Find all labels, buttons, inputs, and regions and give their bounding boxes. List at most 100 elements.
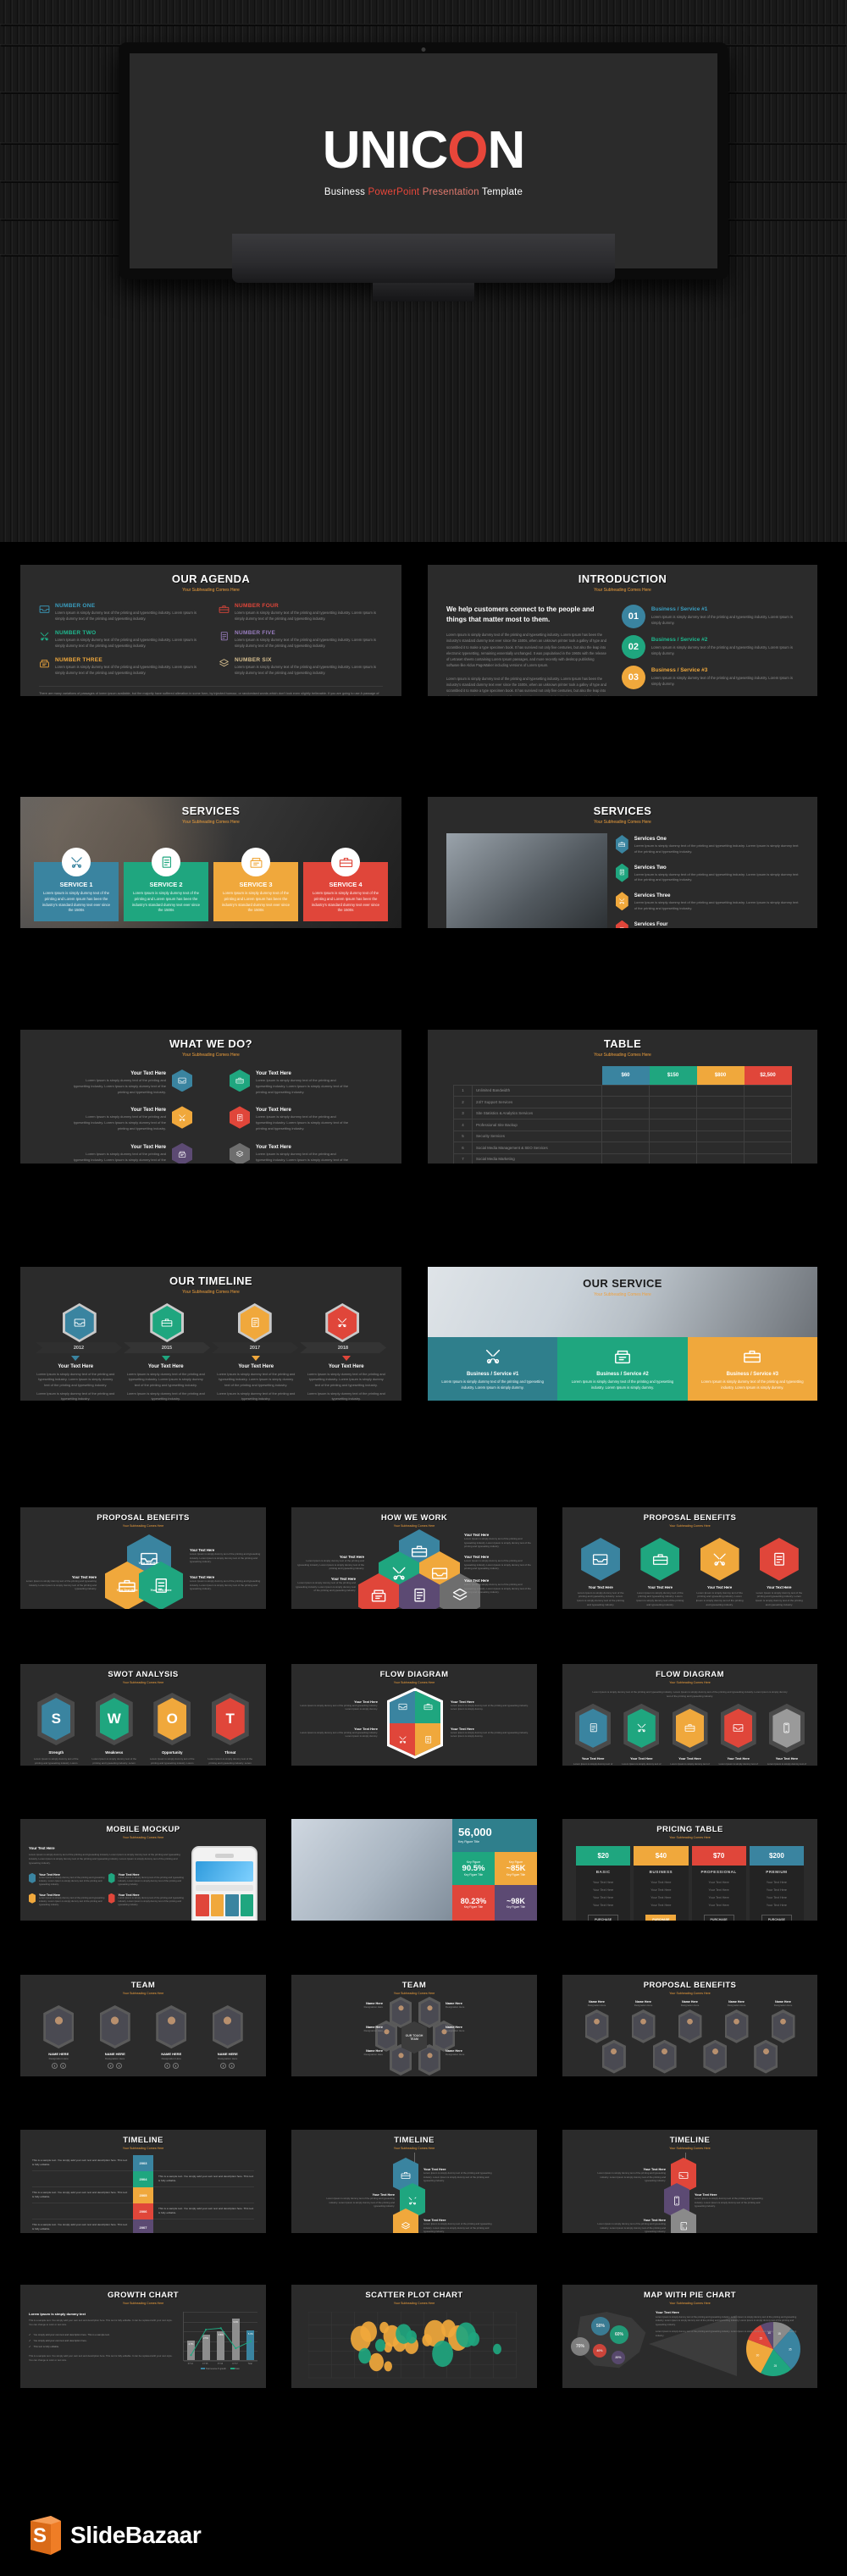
slide-swot-analysis[interactable]: SWOT ANALYSIS Your Subheading Comes Here S… bbox=[20, 1664, 266, 1766]
pricing-plan[interactable]: $200 PREMIUM Your Text Here Your Text Here Y… bbox=[749, 1846, 804, 1921]
key-figure-tile[interactable]: Key Figure 90.5% Key Figure Title bbox=[452, 1852, 495, 1885]
key-figure-tile[interactable]: 56,000 Key Figure Title bbox=[452, 1819, 537, 1852]
team-member[interactable] bbox=[761, 2009, 805, 2043]
flow-label-right[interactable]: Your Text Here Lorem Ipsum is simply dumm… bbox=[451, 1727, 532, 1739]
twitter-icon[interactable]: t bbox=[172, 2063, 179, 2070]
map-bubble[interactable]: 50% bbox=[591, 2317, 610, 2336]
our-service-card[interactable]: Business / Service #2 Lorem Ipsum is simp… bbox=[557, 1337, 688, 1401]
slide-flow-diagram-1[interactable]: FLOW DIAGRAM Your Subheading Comes Here Yo… bbox=[291, 1664, 537, 1766]
flow-hex-item[interactable]: Your Text Here Lorem Ipsum is simply dumm… bbox=[715, 1703, 762, 1766]
team-member[interactable]: Name HereDesignation Here bbox=[621, 2000, 666, 2043]
map-bubble[interactable]: 70% bbox=[571, 2337, 590, 2356]
how-we-work-text[interactable]: Your Text Here Lorem Ipsum is simply dumm… bbox=[295, 1555, 364, 1571]
slide-timeline-list[interactable]: TIMELINE Your Subheading Comes Here This i… bbox=[20, 2130, 266, 2233]
benefit-text-left[interactable]: Your Text Here Lorem Ipsum is simply dumm… bbox=[24, 1575, 97, 1591]
agenda-item[interactable]: NUMBER THREE Lorem Ipsum is simply dummy … bbox=[39, 657, 203, 677]
facebook-icon[interactable]: f bbox=[108, 2063, 114, 2070]
key-figure-tile[interactable]: ~98K Key Figure Title bbox=[495, 1885, 537, 1921]
timeline-year-chip[interactable]: 2018 bbox=[300, 1342, 386, 1353]
how-we-work-text[interactable]: Your Text Here Lorem Ipsum is simply dumm… bbox=[464, 1578, 534, 1595]
timeline-text[interactable]: Your Text Here Lorem Ipsum is simply dumm… bbox=[324, 2193, 395, 2208]
swot-item[interactable]: T Threat Lorem Ipsum is simply dummy text … bbox=[202, 1693, 260, 1766]
team-member[interactable] bbox=[741, 2039, 790, 2074]
slide-services-list[interactable]: SERVICES Your Subheading Comes Here Servic… bbox=[428, 797, 817, 928]
team-member[interactable] bbox=[714, 2009, 759, 2043]
benefit-column[interactable]: Your Text Here Lorem Ipsum is simply dumm… bbox=[692, 1538, 748, 1607]
slide-timeline-vertical-2[interactable]: TIMELINE Your Subheading Comes Here Your T… bbox=[562, 2130, 817, 2233]
table-row[interactable]: 4 Professional Site Backup bbox=[453, 1119, 792, 1131]
timeline-text[interactable]: Your Text Here Lorem Ipsum is simply dumm… bbox=[424, 2219, 495, 2233]
flow-quadrant[interactable] bbox=[390, 1690, 415, 1723]
slide-introduction[interactable]: INTRODUCTION Your Subheading Comes Here We… bbox=[428, 565, 817, 696]
swot-item[interactable]: S Strength Lorem Ipsum is simply dummy tex… bbox=[27, 1693, 86, 1766]
team-member[interactable]: Name HereDesignation Here bbox=[574, 2000, 619, 2043]
slide-proposal-benefits-1[interactable]: PROPOSAL BENEFITS Your Subheading Comes H… bbox=[20, 1507, 266, 1609]
slide-scatter-chart[interactable]: SCATTER PLOT CHART Your Subheading Comes … bbox=[291, 2285, 537, 2388]
table-row[interactable]: 6 Social Media Management & SEO Services bbox=[453, 1142, 792, 1154]
slide-table[interactable]: TABLE Your Subheading Comes Here $60 $150 $8… bbox=[428, 1030, 817, 1164]
agenda-item[interactable]: NUMBER FIVE Lorem Ipsum is simply dummy t… bbox=[219, 630, 383, 650]
mockup-bullet[interactable]: Your Text Here Lorem Ipsum is simply dumm… bbox=[108, 1893, 188, 1908]
what-we-do-item[interactable]: Your Text Here Lorem Ipsum is simply dumm… bbox=[37, 1106, 192, 1131]
team-member[interactable] bbox=[590, 2039, 639, 2074]
table-row[interactable]: 3 Site Statistics & Analytics Services bbox=[453, 1107, 792, 1119]
agenda-item[interactable]: NUMBER ONE Lorem Ipsum is simply dummy te… bbox=[39, 603, 203, 622]
timeline-step-text[interactable]: Your Text Here Lorem Ipsum is simply dumm… bbox=[121, 1353, 212, 1401]
timeline-entry[interactable]: This is a sample text. You simply add yo… bbox=[32, 2186, 254, 2203]
what-we-do-item[interactable]: Your Text Here Lorem Ipsum is simply dumm… bbox=[230, 1070, 385, 1095]
table-row[interactable]: 2 24/7 Support Services bbox=[453, 1096, 792, 1108]
team-member[interactable] bbox=[574, 2009, 619, 2043]
team-member[interactable]: NAME HERE Designation Here f t bbox=[43, 2005, 75, 2070]
timeline-text[interactable]: Your Text Here Lorem Ipsum is simply dumm… bbox=[424, 2168, 495, 2182]
slide-key-figures[interactable]: 56,000 Key Figure Title Key Figure 90.5% Key… bbox=[291, 1819, 537, 1921]
timeline-step-icon[interactable] bbox=[36, 1303, 124, 1342]
swot-item[interactable]: W Weakness Lorem Ipsum is simply dummy tex… bbox=[86, 1693, 144, 1766]
services-list-item[interactable]: Services One Lorem Ipsum is simply dummy … bbox=[616, 835, 799, 855]
team-member[interactable]: Name HereDesignation Here bbox=[691, 2039, 740, 2076]
introduction-item[interactable]: 01 Business / Service #1 Lorem Ipsum is si… bbox=[621, 605, 799, 628]
table-row[interactable]: 5 Security Services bbox=[453, 1130, 792, 1142]
slide-our-agenda[interactable]: OUR AGENDA Your Subheading Comes Here NUMB… bbox=[20, 565, 401, 696]
agenda-item[interactable]: NUMBER TWO Lorem Ipsum is simply dummy te… bbox=[39, 630, 203, 650]
flow-hex-item[interactable]: Your Text Here Lorem Ipsum is simply dumm… bbox=[763, 1703, 811, 1766]
twitter-icon[interactable]: t bbox=[59, 2063, 66, 2070]
team-member[interactable]: NAME HERE Designation Here f t bbox=[156, 2005, 187, 2070]
timeline-step-text[interactable]: Your Text Here Lorem Ipsum is simply dumm… bbox=[211, 1353, 302, 1401]
facebook-icon[interactable]: f bbox=[220, 2063, 227, 2070]
flow-hex-item[interactable]: Your Text Here Lorem Ipsum is simply dumm… bbox=[569, 1703, 617, 1766]
slide-team-2[interactable]: TEAM Your Subheading Comes Here OUR TOUGH … bbox=[291, 1975, 537, 2076]
twitter-icon[interactable]: t bbox=[229, 2063, 235, 2070]
slide-pricing-table[interactable]: PRICING TABLE Your Subheading Comes Here $… bbox=[562, 1819, 817, 1921]
timeline-step-icon[interactable] bbox=[124, 1303, 212, 1342]
slide-services-cards[interactable]: SERVICES Your Subheading Comes Here SERVIC… bbox=[20, 797, 401, 928]
timeline-year-chip[interactable]: 2012 bbox=[36, 1342, 122, 1353]
timeline-entry[interactable]: 2006 This is a sample text. You simply ad… bbox=[32, 2203, 254, 2219]
timeline-entry[interactable]: This is a sample text. You simply add yo… bbox=[32, 2154, 254, 2171]
slide-flow-diagram-2[interactable]: FLOW DIAGRAM Your Subheading Comes Here Lo… bbox=[562, 1664, 817, 1766]
slide-how-we-work[interactable]: HOW WE WORK Your Subheading Comes Here You… bbox=[291, 1507, 537, 1609]
benefit-column[interactable]: Your Text Here Lorem Ipsum is simply dumm… bbox=[751, 1538, 807, 1607]
key-figure-tile[interactable]: 80.23% Key Figure Title bbox=[452, 1885, 495, 1921]
service-card[interactable]: SERVICE 1 Lorem Ipsum is simply dummy tex… bbox=[34, 848, 119, 921]
benefit-text-right[interactable]: Your Text Here Lorem Ipsum is simply dumm… bbox=[190, 1575, 263, 1591]
map-bubble[interactable]: 20% bbox=[612, 2351, 625, 2364]
facebook-icon[interactable]: f bbox=[163, 2063, 170, 2070]
key-figure-tile[interactable]: Key Figure ~85K Key Figure Title bbox=[495, 1852, 537, 1885]
slide-proposal-benefits-2[interactable]: PROPOSAL BENEFITS Your Subheading Comes H… bbox=[562, 1507, 817, 1609]
timeline-text[interactable]: Your Text Here Lorem Ipsum is simply dumm… bbox=[595, 2219, 666, 2233]
timeline-text[interactable]: Your Text Here Lorem Ipsum is simply dumm… bbox=[595, 2168, 666, 2182]
team-member[interactable]: Name HereDesignation Here bbox=[590, 2039, 639, 2076]
slide-mobile-mockup[interactable]: MOBILE MOCKUP Your Subheading Comes Here Y… bbox=[20, 1819, 266, 1921]
services-list-item[interactable]: Services Two Lorem Ipsum is simply dummy … bbox=[616, 863, 799, 884]
what-we-do-item[interactable]: Your Text Here Lorem Ipsum is simply dumm… bbox=[37, 1142, 192, 1164]
flow-label-left[interactable]: Your Text Here Lorem Ipsum is simply dumm… bbox=[296, 1727, 378, 1739]
swot-item[interactable]: O Opportunity Lorem Ipsum is simply dummy … bbox=[143, 1693, 202, 1766]
pricing-plan[interactable]: $70 PROFESSIONAL Your Text Here Your Text H… bbox=[691, 1846, 746, 1921]
table-row[interactable]: 1 Unlimited Bandwidth bbox=[453, 1084, 792, 1097]
team-member[interactable]: Name HereDesignation Here bbox=[741, 2039, 790, 2076]
purchase-button[interactable]: PURCHASE bbox=[645, 1915, 677, 1921]
purchase-button[interactable]: PURCHASE bbox=[588, 1915, 619, 1921]
timeline-entry[interactable]: 2004 This is a sample text. You simply ad… bbox=[32, 2170, 254, 2187]
service-card[interactable]: SERVICE 2 Lorem Ipsum is simply dummy tex… bbox=[124, 848, 208, 921]
benefit-column[interactable]: Your Text Here Lorem Ipsum is simply dumm… bbox=[573, 1538, 628, 1607]
